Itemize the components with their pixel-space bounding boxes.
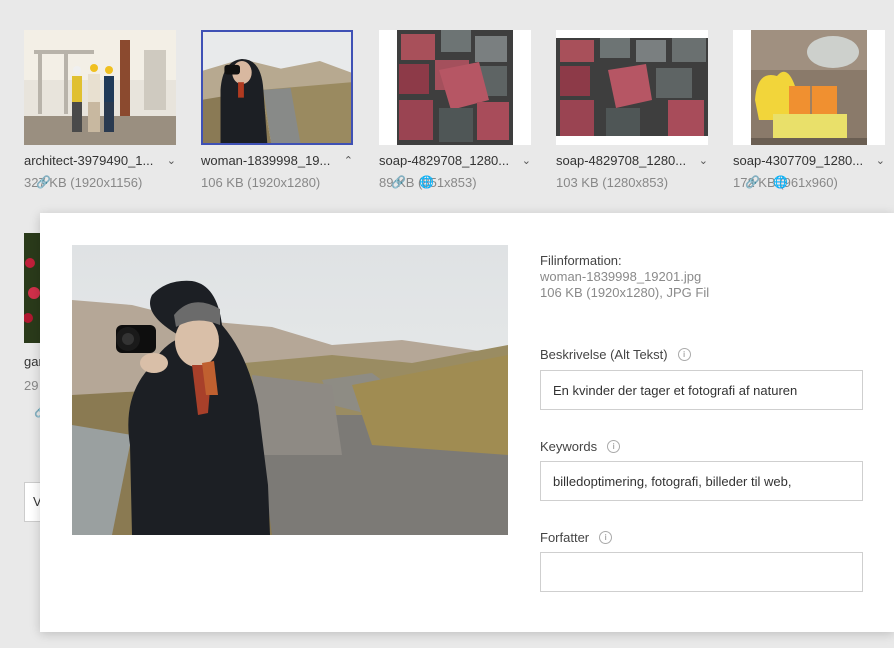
architect-photo — [24, 30, 176, 145]
file-name: soap-4829708_1280... — [379, 153, 510, 168]
tile-actions: 🔗 — [36, 175, 51, 189]
media-tile[interactable]: soap-4829708_1280... ⌄ 89 KB (851x853) — [379, 30, 531, 190]
chevron-down-icon[interactable]: ⌄ — [694, 154, 708, 167]
link-icon[interactable]: 🔗 — [745, 175, 760, 189]
woman-photographer-image — [72, 245, 508, 535]
globe-icon[interactable]: 🌐 — [419, 175, 434, 189]
media-tile[interactable]: soap-4829708_1280... ⌄ 103 KB (1280x853) — [556, 30, 708, 190]
media-tile[interactable]: soap-4307709_1280... ⌄ 172 KB (961x960) — [733, 30, 885, 190]
link-icon[interactable]: 🔗 — [36, 175, 51, 189]
soap-photo — [556, 30, 708, 145]
file-info: Filinformation: woman-1839998_19201.jpg … — [540, 253, 864, 300]
keywords-label-text: Keywords — [540, 439, 598, 454]
file-info-title: Filinformation: — [540, 253, 622, 268]
media-tile-selected[interactable]: woman-1839998_19... ⌃ 106 KB (1920x1280) — [201, 30, 353, 190]
file-meta: 106 KB (1920x1280), JPG Fil — [540, 285, 710, 300]
chevron-up-icon[interactable]: ⌃ — [339, 154, 353, 167]
thumbnail-soap[interactable] — [379, 30, 531, 145]
file-name: gar — [24, 354, 40, 369]
description-input[interactable] — [540, 370, 863, 410]
file-name: woman-1839998_19201.jpg — [540, 269, 702, 284]
media-tile[interactable]: architect-3979490_1... ⌄ 327 KB (1920x11… — [24, 30, 176, 190]
file-meta: 29 — [24, 378, 39, 393]
description-label-text: Beskrivelse (Alt Tekst) — [540, 347, 668, 362]
chevron-down-icon[interactable]: ⌄ — [871, 154, 885, 167]
globe-icon[interactable]: 🌐 — [773, 175, 788, 189]
thumbnail-soap[interactable] — [556, 30, 708, 145]
description-label: Beskrivelse (Alt Tekst) i — [540, 347, 691, 362]
info-icon[interactable]: i — [599, 531, 613, 544]
file-name: architect-3979490_1... — [24, 153, 154, 168]
keywords-input[interactable] — [540, 461, 863, 501]
thumbnail-garden[interactable] — [24, 233, 40, 343]
chevron-down-icon[interactable]: ⌄ — [162, 154, 176, 167]
file-meta: 106 KB (1920x1280) — [201, 175, 321, 190]
info-icon[interactable]: i — [677, 348, 691, 361]
soap-photo — [751, 30, 867, 145]
woman-photo — [203, 32, 351, 143]
keywords-label: Keywords i — [540, 439, 621, 454]
thumbnail-woman[interactable] — [201, 30, 353, 145]
soap-photo — [397, 30, 513, 145]
tile-actions: 🔗 🌐 — [391, 175, 434, 189]
thumbnail-architect[interactable] — [24, 30, 176, 145]
preview-image — [72, 245, 508, 535]
file-name: woman-1839998_19... — [201, 153, 331, 168]
author-label: Forfatter i — [540, 530, 613, 545]
author-input[interactable] — [540, 552, 863, 592]
link-icon[interactable]: 🔗 — [391, 175, 406, 189]
info-icon[interactable]: i — [607, 440, 621, 453]
partial-button[interactable]: V — [24, 482, 40, 522]
file-meta: 103 KB (1280x853) — [556, 175, 669, 190]
chevron-down-icon[interactable]: ⌄ — [517, 154, 531, 167]
tile-actions: 🔗 🌐 — [745, 175, 788, 189]
author-label-text: Forfatter — [540, 530, 590, 545]
thumbnail-soap[interactable] — [733, 30, 885, 145]
file-name: soap-4307709_1280... — [733, 153, 864, 168]
file-details-panel: Filinformation: woman-1839998_19201.jpg … — [40, 213, 894, 632]
file-name: soap-4829708_1280... — [556, 153, 687, 168]
garden-photo — [24, 233, 40, 343]
